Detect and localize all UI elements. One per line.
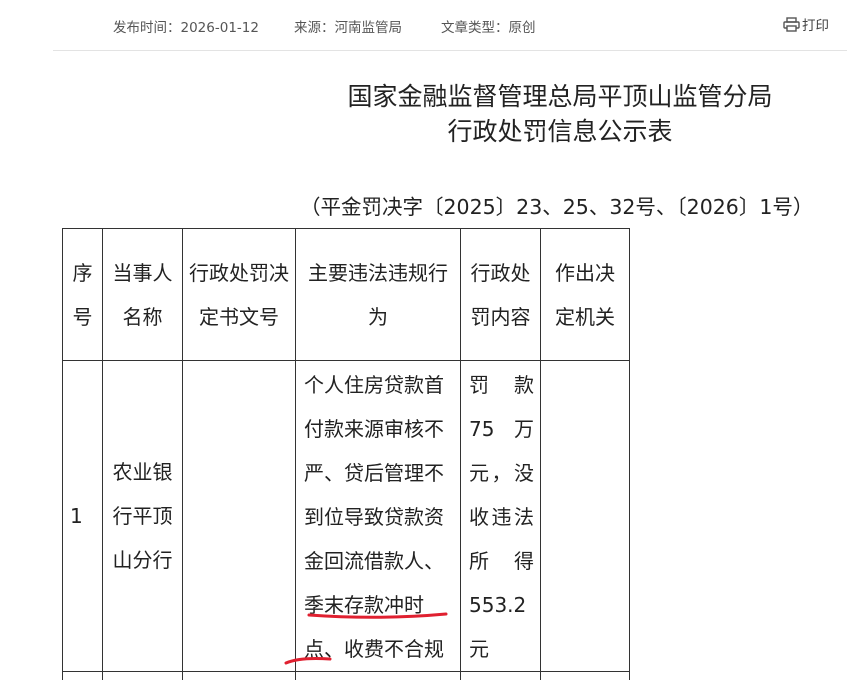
header-cell: 作出决定机关 bbox=[540, 228, 630, 361]
row-authority bbox=[540, 360, 630, 672]
table-header-row: 序号 当事人名称 行政处罚决定书文号 主要违法违规行为 行政处罚内容 作出决定机… bbox=[62, 228, 630, 361]
header-authority: 作出决定机关 bbox=[555, 260, 615, 329]
table-cell bbox=[102, 671, 183, 680]
article-meta-bar: 发布时间：2026-01-12 来源：河南监管局 文章类型：原创 打印 bbox=[0, 0, 847, 50]
table-cell bbox=[460, 671, 541, 680]
page-subtitle: 行政处罚信息公示表 bbox=[447, 117, 673, 146]
header-cell: 行政处罚内容 bbox=[460, 228, 541, 361]
publish-time: 发布时间：2026-01-12 bbox=[113, 20, 259, 36]
header-decision-no: 行政处罚决定书文号 bbox=[189, 260, 289, 329]
table-cell bbox=[295, 671, 461, 680]
header-divider bbox=[53, 50, 847, 51]
table-cell bbox=[62, 671, 103, 680]
document-number: （平金罚决字〔2025〕23、25、32号、〔2026〕1号） bbox=[300, 195, 814, 219]
article-type: 文章类型：原创 bbox=[441, 20, 536, 36]
header-index: 序号 bbox=[72, 260, 93, 329]
table-cell bbox=[182, 671, 296, 680]
row-penalty: 罚款75万元，没收违法所得553.2元 bbox=[460, 360, 541, 672]
printer-icon bbox=[783, 16, 800, 32]
table-row bbox=[62, 671, 630, 680]
row-decision-no bbox=[182, 360, 296, 672]
row-violation: 个人住房贷款首付款来源审核不严、贷后管理不到位导致贷款资金回流借款人、季末存款冲… bbox=[295, 360, 461, 672]
row-index: 1 bbox=[62, 360, 103, 672]
article-page: 发布时间：2026-01-12 来源：河南监管局 文章类型：原创 打印 国家金融… bbox=[0, 0, 847, 680]
table-row: 1 农业银行平顶山分行 个人住房贷款首付款来源审核不严、贷后管理不到位导致贷款资… bbox=[62, 360, 630, 672]
header-cell: 当事人名称 bbox=[102, 228, 183, 361]
article-source: 来源：河南监管局 bbox=[294, 20, 402, 36]
print-label: 打印 bbox=[802, 18, 829, 34]
header-violation: 主要违法违规行为 bbox=[308, 260, 448, 329]
table-cell bbox=[540, 671, 630, 680]
header-party: 当事人名称 bbox=[112, 260, 173, 329]
header-cell: 主要违法违规行为 bbox=[295, 228, 461, 361]
page-title: 国家金融监督管理总局平顶山监管分局 bbox=[347, 82, 773, 111]
row-party: 农业银行平顶山分行 bbox=[102, 360, 183, 672]
header-cell: 行政处罚决定书文号 bbox=[182, 228, 296, 361]
print-button[interactable]: 打印 bbox=[783, 14, 829, 34]
header-cell: 序号 bbox=[62, 228, 103, 361]
header-penalty: 行政处罚内容 bbox=[470, 260, 531, 329]
penalty-table: 序号 当事人名称 行政处罚决定书文号 主要违法违规行为 行政处罚内容 作出决定机… bbox=[62, 228, 630, 680]
